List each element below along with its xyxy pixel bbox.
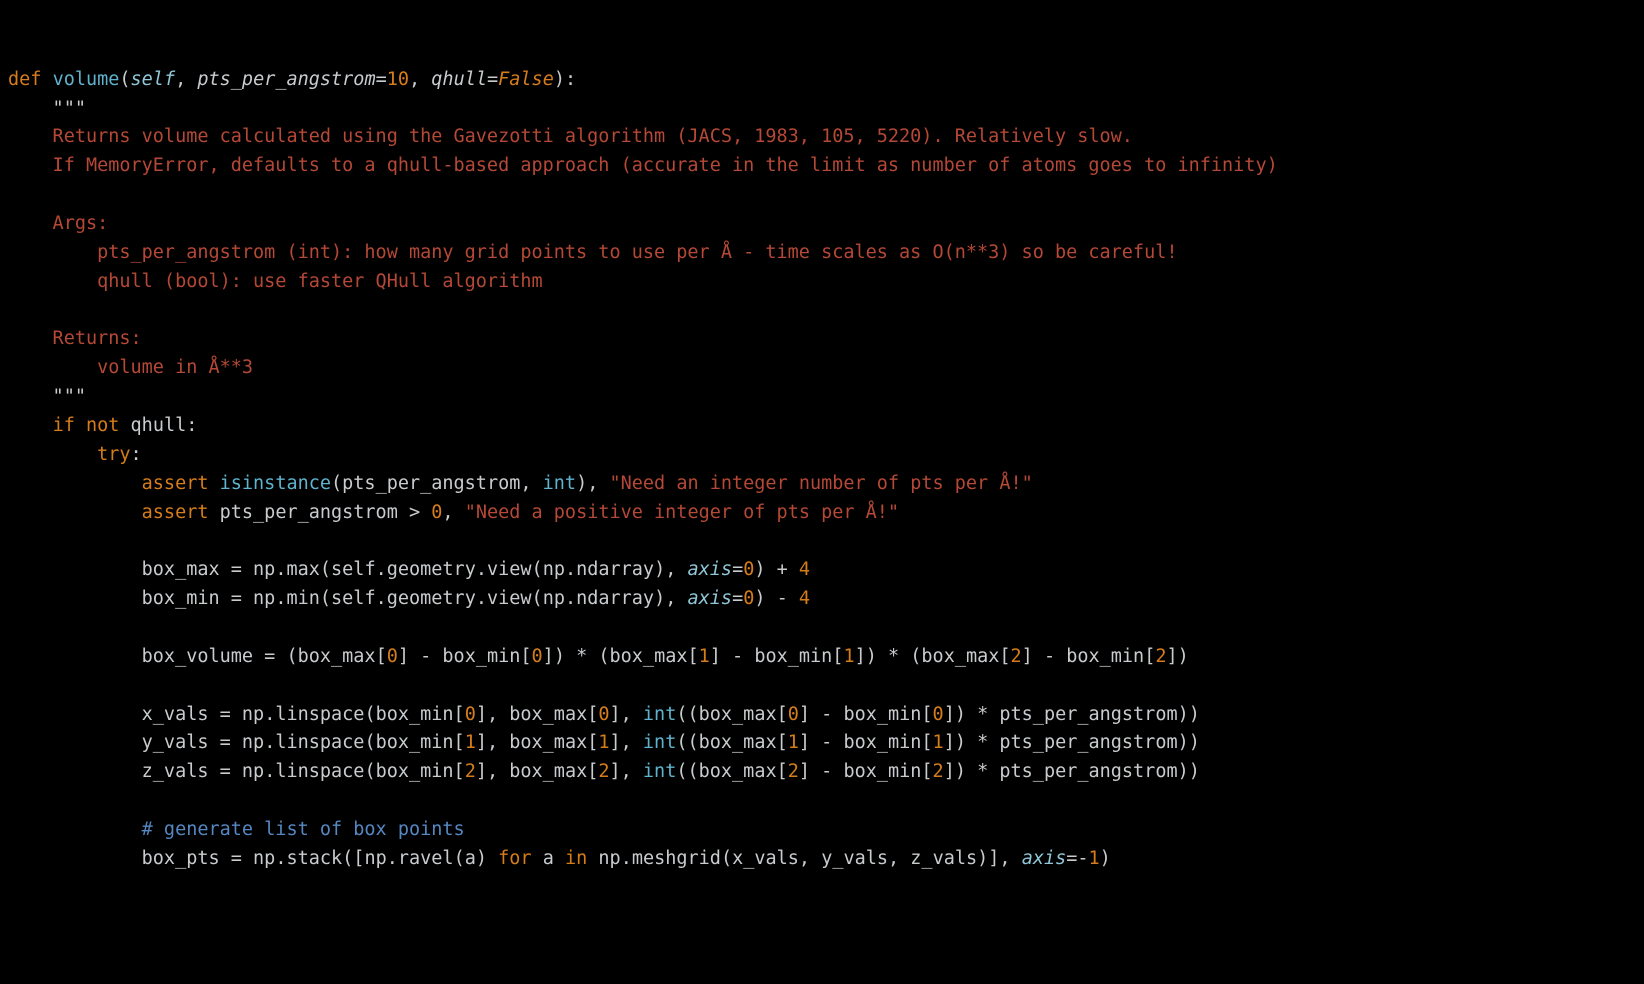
code-line: If MemoryError, defaults to a qhull-base… bbox=[8, 155, 1278, 176]
code-line: assert isinstance(pts_per_angstrom, int)… bbox=[8, 473, 1033, 494]
code-line: Args: bbox=[8, 213, 108, 234]
code-line: """ bbox=[8, 386, 86, 407]
code-line: assert pts_per_angstrom > 0, "Need a pos… bbox=[8, 502, 899, 523]
code-block: def volume(self, pts_per_angstrom=10, qh… bbox=[8, 66, 1636, 874]
code-line: y_vals = np.linspace(box_min[1], box_max… bbox=[8, 732, 1200, 753]
code-line: pts_per_angstrom (int): how many grid po… bbox=[8, 242, 1177, 263]
code-line: x_vals = np.linspace(box_min[0], box_max… bbox=[8, 704, 1200, 725]
code-line: box_volume = (box_max[0] - box_min[0]) *… bbox=[8, 646, 1189, 667]
code-line: if not qhull: bbox=[8, 415, 197, 436]
code-line: Returns volume calculated using the Gave… bbox=[8, 126, 1133, 147]
code-line: box_pts = np.stack([np.ravel(a) for a in… bbox=[8, 848, 1111, 869]
code-line: Returns: bbox=[8, 328, 142, 349]
code-line: box_min = np.min(self.geometry.view(np.n… bbox=[8, 588, 810, 609]
code-line: """ bbox=[8, 98, 86, 119]
code-line: try: bbox=[8, 444, 142, 465]
code-line: qhull (bool): use faster QHull algorithm bbox=[8, 271, 543, 292]
code-line: # generate list of box points bbox=[8, 819, 465, 840]
code-line: z_vals = np.linspace(box_min[2], box_max… bbox=[8, 761, 1200, 782]
code-line: def volume(self, pts_per_angstrom=10, qh… bbox=[8, 69, 576, 90]
code-line: volume in Å**3 bbox=[8, 357, 253, 378]
code-line: box_max = np.max(self.geometry.view(np.n… bbox=[8, 559, 810, 580]
